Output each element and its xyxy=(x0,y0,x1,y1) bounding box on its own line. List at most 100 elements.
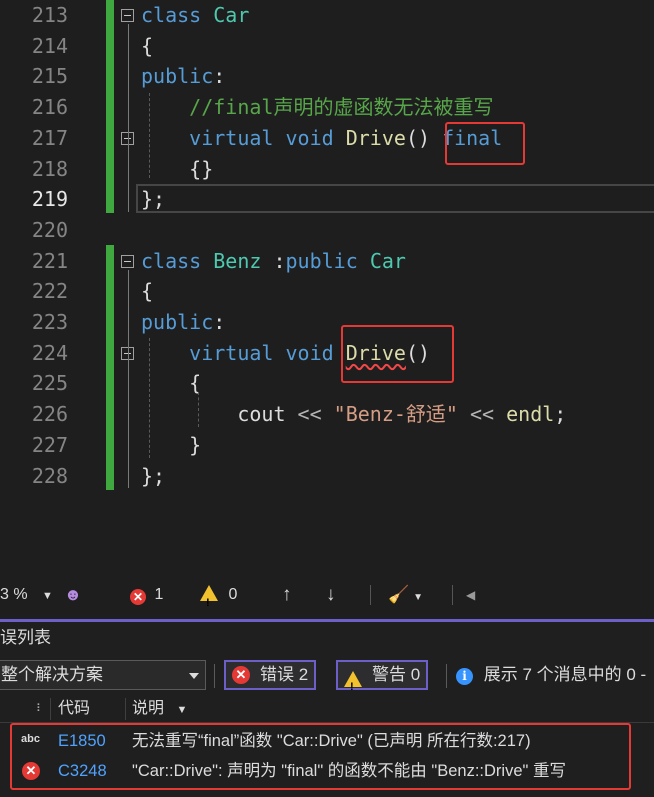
code-line[interactable]: 221 class Benz :public Car xyxy=(0,246,654,277)
warning-icon: ! xyxy=(200,585,218,609)
line-number: 215 xyxy=(31,64,68,89)
line-number: 224 xyxy=(31,340,68,365)
line-number: 217 xyxy=(31,125,68,150)
warning-count[interactable]: ! 0 xyxy=(200,580,237,610)
column-separator xyxy=(50,698,51,720)
line-number: 225 xyxy=(31,371,68,396)
toolbar-separator xyxy=(446,664,447,688)
code-token: Car xyxy=(369,248,406,273)
code-line[interactable]: 214 { xyxy=(0,31,654,62)
code-line[interactable]: 213 class Car xyxy=(0,0,654,31)
code-line[interactable]: 226 cout << "Benz-舒适" << endl; xyxy=(0,399,654,430)
code-token: public xyxy=(141,310,214,334)
chevron-down-icon xyxy=(189,673,199,679)
highlight-box-final xyxy=(445,122,525,165)
code-line[interactable]: 222 { xyxy=(0,276,654,307)
code-token: { xyxy=(141,33,154,58)
line-number: 222 xyxy=(31,279,68,304)
indent-guide xyxy=(149,338,150,458)
current-line-highlight xyxy=(136,184,654,213)
code-token: Car xyxy=(213,3,250,27)
line-number: 218 xyxy=(31,156,68,181)
code-text: { xyxy=(141,368,201,399)
highlight-box-drive xyxy=(341,325,454,383)
code-token: void xyxy=(285,340,346,365)
code-line[interactable]: 227 } xyxy=(0,430,654,461)
code-line[interactable]: 223 public: xyxy=(0,307,654,338)
error-icon: ✕ xyxy=(232,666,250,684)
warning-icon: ! xyxy=(344,667,362,693)
code-token: virtual xyxy=(189,340,286,365)
code-line[interactable]: 218 {} xyxy=(0,154,654,185)
cleanup-brush-icon[interactable]: 🧹 ▼ xyxy=(388,580,423,613)
zoom-dropdown[interactable]: 3 % ▼ xyxy=(0,580,53,611)
error-count-value: 1 xyxy=(154,586,164,603)
status-separator xyxy=(370,585,371,605)
zoom-level: 3 % xyxy=(0,586,28,603)
scope-value: 整个解决方案 xyxy=(1,665,103,684)
info-icon: i xyxy=(456,668,473,685)
code-token: : xyxy=(273,248,286,273)
editor-status-bar: 3 % ▼ ☻ ✕ 1 ! 0 ↑ ↓ 🧹 ▼ ◀ xyxy=(0,580,654,610)
code-line[interactable]: 215 public: xyxy=(0,61,654,92)
scroll-left-icon[interactable]: ◀ xyxy=(466,580,475,610)
scope-line xyxy=(128,24,129,212)
errors-filter-button[interactable]: ✕ 错误 2 xyxy=(224,660,317,690)
panel-title: 误列表 xyxy=(0,628,51,647)
code-token: ; xyxy=(554,402,567,427)
error-list-toolbar: 整个解决方案 ✕ 错误 2 ! 警告 0 i 展示 7 个消息中的 0 - xyxy=(0,658,654,694)
code-line[interactable]: 228}; xyxy=(0,461,654,492)
indent-guide xyxy=(198,392,199,427)
column-header-description[interactable]: 说明 ▼ xyxy=(132,696,187,723)
sort-down-icon: ▼ xyxy=(176,704,188,716)
column-header-description-label: 说明 xyxy=(132,700,165,717)
code-text: class Benz :public Car xyxy=(141,246,406,277)
code-line[interactable]: 225 { xyxy=(0,368,654,399)
highlight-box-errors xyxy=(10,723,631,790)
toolbar-separator xyxy=(214,664,215,688)
errors-filter-label: 错误 2 xyxy=(260,665,309,684)
code-token: endl xyxy=(506,402,555,427)
line-number: 213 xyxy=(31,3,68,27)
code-line[interactable]: 220 xyxy=(0,215,654,246)
code-editor[interactable]: 213 class Car 214{215 public: 216 //final声明的… xyxy=(0,0,654,580)
code-text: class Car xyxy=(141,0,249,31)
code-line[interactable]: 217 virtual void Drive() final xyxy=(0,123,654,154)
code-text: {} xyxy=(141,154,213,185)
column-separator xyxy=(125,698,126,720)
line-number: 226 xyxy=(31,402,68,427)
scope-dropdown[interactable]: 整个解决方案 xyxy=(0,660,206,690)
copilot-icon[interactable]: ☻ xyxy=(64,580,82,610)
code-text: public: xyxy=(141,61,225,92)
line-number: 228 xyxy=(31,463,68,488)
code-token: : xyxy=(213,64,226,89)
code-text: } xyxy=(141,430,201,461)
code-text: { xyxy=(141,276,153,307)
line-number: 223 xyxy=(31,310,68,334)
messages-filter[interactable]: i 展示 7 个消息中的 0 - xyxy=(456,660,646,690)
error-count[interactable]: ✕ 1 xyxy=(130,580,163,610)
code-text: { xyxy=(141,31,153,62)
code-text: }; xyxy=(141,461,165,492)
warnings-filter-button[interactable]: ! 警告 0 xyxy=(336,660,429,693)
code-token: () xyxy=(405,125,443,150)
error-list-header: ⠇ 代码 说明 ▼ xyxy=(0,696,654,723)
code-token: { xyxy=(141,371,202,396)
code-token: class xyxy=(141,248,214,273)
code-token: {} xyxy=(141,156,214,181)
code-line[interactable]: 216 //final声明的虚函数无法被重写 xyxy=(0,92,654,123)
error-list-panel: 误列表 整个解决方案 ✕ 错误 2 ! 警告 0 i 展示 7 个消息中的 0 … xyxy=(0,622,654,797)
change-indicator-bar xyxy=(106,0,114,213)
code-line[interactable]: 224 virtual void Drive() xyxy=(0,338,654,369)
fold-toggle-icon[interactable] xyxy=(121,255,134,268)
code-token: } xyxy=(141,432,202,457)
line-number: 219 xyxy=(31,187,68,212)
column-options-icon[interactable]: ⠇ xyxy=(36,696,44,722)
column-header-code[interactable]: 代码 xyxy=(58,696,90,722)
arrow-up-icon[interactable]: ↑ xyxy=(282,580,292,610)
arrow-down-icon[interactable]: ↓ xyxy=(326,580,336,610)
code-token: << xyxy=(470,402,507,427)
code-token: "Benz-舒适" xyxy=(333,402,470,427)
code-token: //final声明的虚函数无法被重写 xyxy=(141,95,494,120)
fold-toggle-icon[interactable] xyxy=(121,9,134,22)
